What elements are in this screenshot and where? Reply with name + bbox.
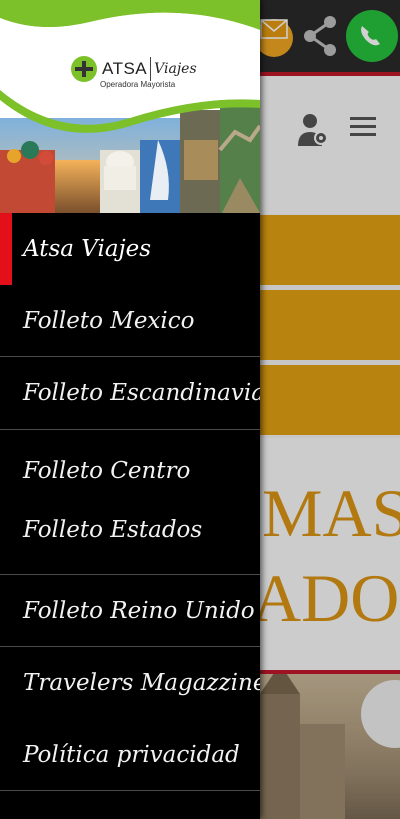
menu-item-label: Folleto Reino Unido bbox=[23, 598, 255, 624]
logo-brand: ATSA bbox=[102, 59, 148, 78]
menu-item-label: Folleto Centro America bbox=[23, 458, 191, 484]
drawer-header-banner: ATSA Viajes Operadora Mayorista bbox=[0, 0, 260, 213]
menu-item-label: Travelers Magazzine bbox=[23, 670, 260, 696]
menu-separator bbox=[0, 790, 260, 791]
logo-mark-icon bbox=[71, 56, 97, 82]
menu-item-label: Política privacidad bbox=[23, 742, 240, 768]
menu-item-folleto-estados-unidos[interactable]: Folleto Estados Unidos bbox=[0, 502, 260, 574]
menu-item-atsa-viajes[interactable]: Atsa Viajes bbox=[0, 213, 260, 285]
logo-script: Viajes bbox=[154, 61, 197, 77]
menu-item-label: Folleto Mexico bbox=[23, 308, 195, 334]
menu-item-folleto-escandinavia[interactable]: Folleto Escandinavia bbox=[0, 357, 260, 429]
menu-item-folleto-reino-unido[interactable]: Folleto Reino Unido bbox=[0, 575, 260, 647]
logo-divider bbox=[150, 57, 152, 81]
navigation-drawer: ATSA Viajes Operadora Mayorista Atsa Via… bbox=[0, 0, 260, 819]
banner-collage bbox=[0, 0, 260, 213]
menu-item-politica-privacidad[interactable]: Política privacidad bbox=[0, 719, 260, 791]
active-indicator bbox=[0, 213, 12, 285]
logo-tagline: Operadora Mayorista bbox=[100, 80, 176, 89]
menu-item-label: Atsa Viajes bbox=[23, 236, 152, 262]
menu-item-label: Folleto Estados Unidos bbox=[23, 517, 203, 543]
menu-item-folleto-centro-america[interactable]: Folleto Centro America bbox=[0, 430, 260, 502]
menu-item-folleto-mexico[interactable]: Folleto Mexico bbox=[0, 285, 260, 357]
menu-item-travelers-magazzine[interactable]: Travelers Magazzine bbox=[0, 647, 260, 719]
menu-item-label: Folleto Escandinavia bbox=[23, 380, 260, 406]
